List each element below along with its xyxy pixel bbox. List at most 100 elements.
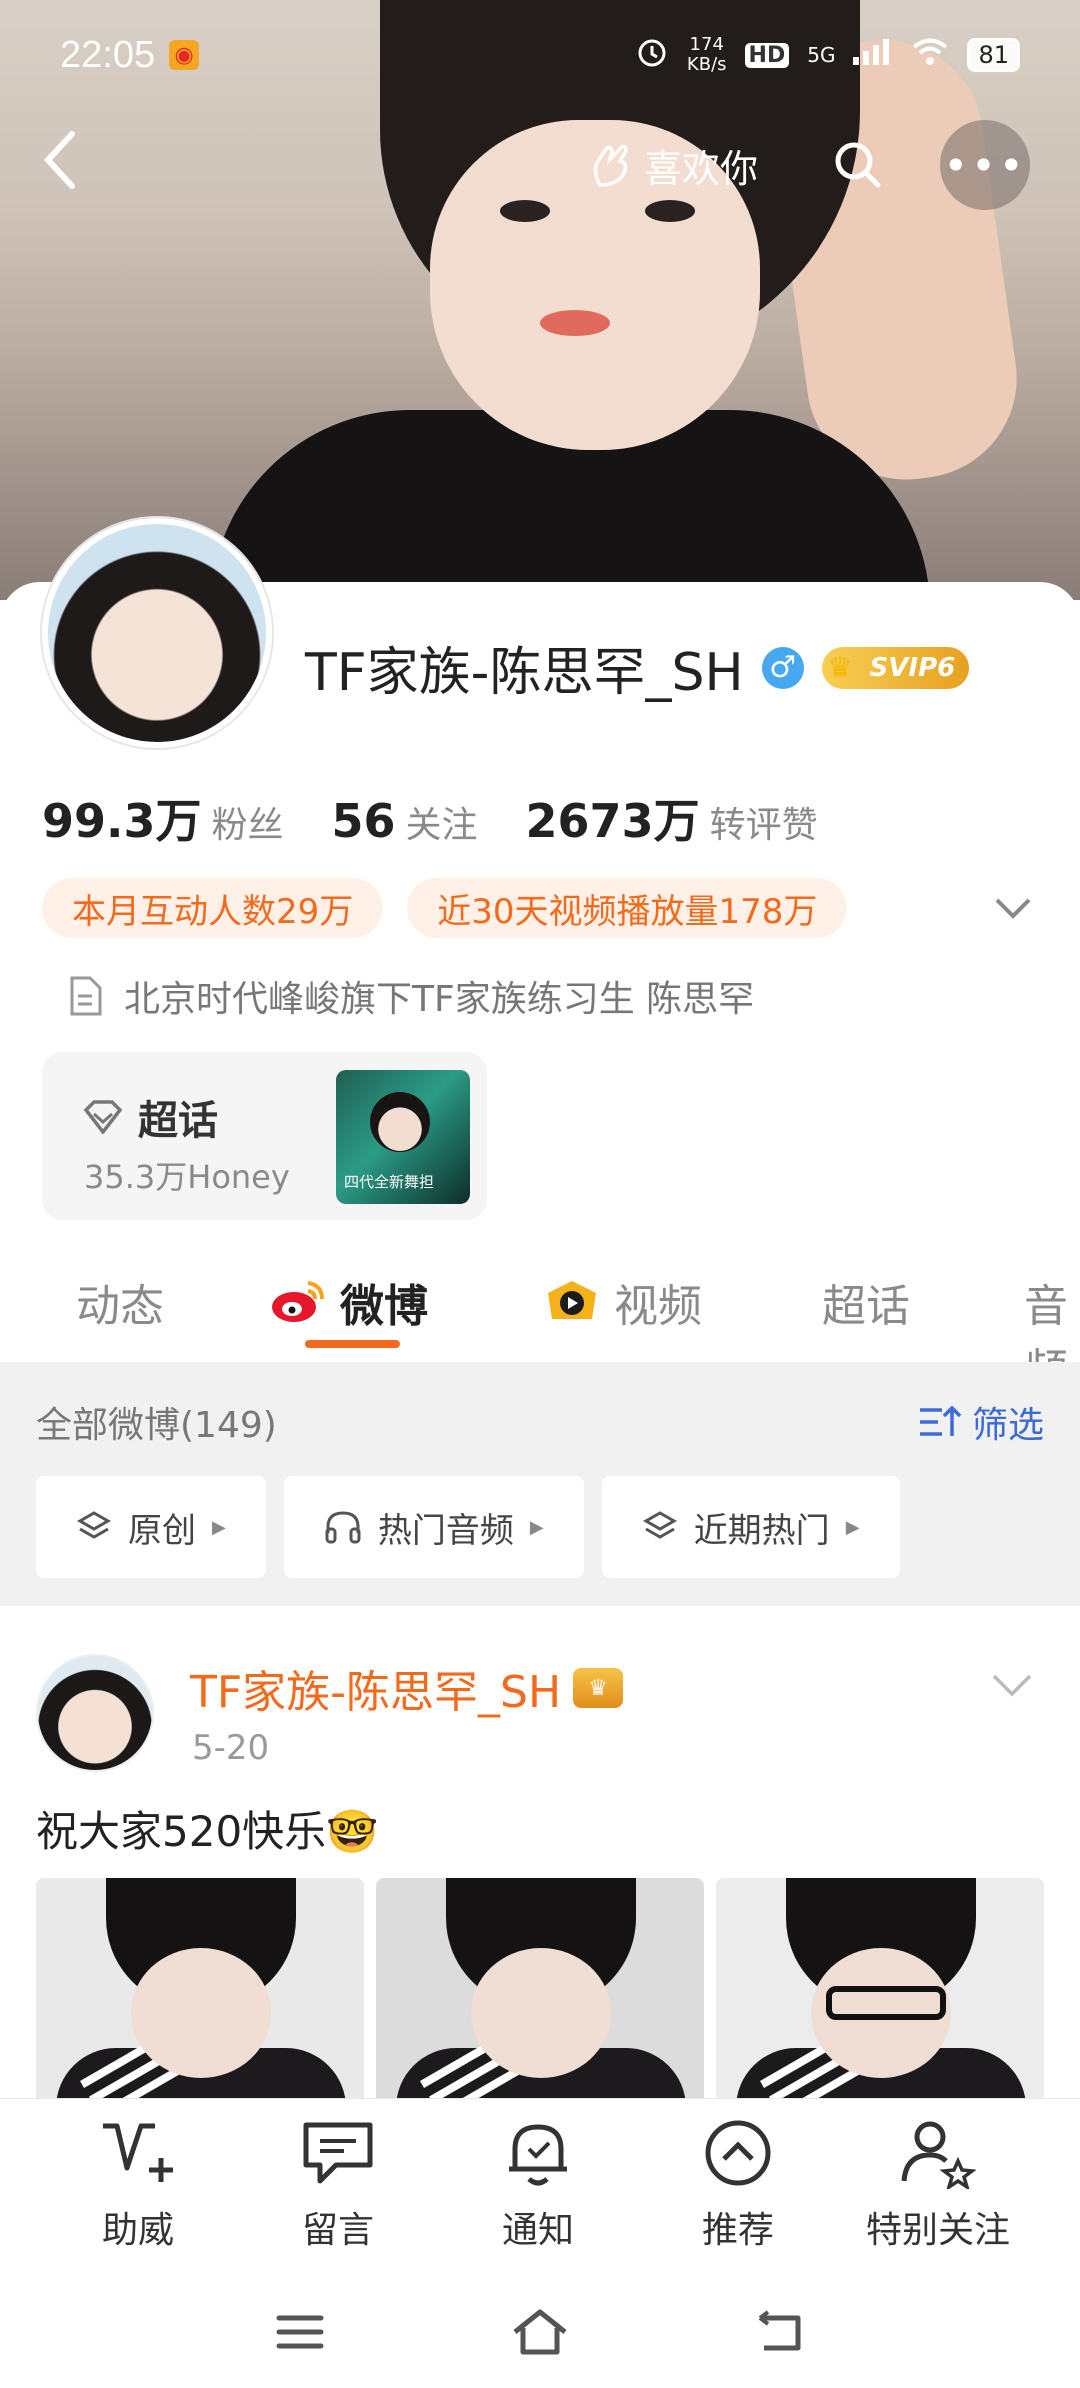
layers-icon [76,1511,112,1539]
crown-icon: ♛ [827,650,853,684]
tab-label: 超话 [822,1281,910,1332]
stat-following[interactable]: 56 关注 [332,794,478,848]
like-you-button[interactable]: 喜欢你 [590,138,758,193]
wifi-icon [911,37,949,73]
tab-label: 动态 [76,1281,164,1332]
hd-icon: HD [744,42,790,68]
svip-label: SVIP6 [869,652,956,683]
stat-label: 关注 [405,805,478,846]
post-images [36,1878,1044,2118]
tab-supertopic[interactable]: 超话 [822,1270,910,1334]
chip-label: 热门音频 [377,1510,514,1551]
post-image[interactable] [716,1878,1044,2118]
notify-button[interactable]: 通知 [448,2113,628,2253]
chip-original[interactable]: 原创 ▶ [36,1476,266,1578]
status-time: 22:05 [60,33,156,76]
tab-video[interactable]: 视频 [544,1270,702,1334]
headphones-icon [325,1511,361,1544]
supertopic-title: 超话 [138,1098,218,1144]
video-play-icon [548,1281,596,1319]
chevron-down-icon [995,898,1031,919]
user-star-icon [901,2121,976,2189]
action-label: 通知 [501,2210,574,2251]
back-arrow-icon [758,2310,801,2351]
filter-button[interactable]: 筛选 [918,1396,1044,1448]
post-image[interactable] [36,1878,364,2118]
top-navigation: 喜欢你 ••• [0,110,1080,220]
recommend-button[interactable]: 推荐 [648,2113,828,2253]
post-author-avatar[interactable] [36,1654,154,1772]
post-author-name: TF家族-陈思罕_SH [190,1667,562,1718]
back-nav-button[interactable] [750,2306,810,2358]
caret-right-icon: ▶ [845,1516,860,1538]
filter-sort-icon [919,1405,962,1436]
tab-label: 微博 [340,1281,428,1332]
more-dots-icon: ••• [943,140,1027,190]
stat-followers[interactable]: 99.3万 粉丝 [42,785,284,851]
svip-badge[interactable]: ♛ SVIP6 [821,646,970,689]
supertopic-thumbnail: 四代全新舞担 [336,1070,470,1204]
recent-apps-button[interactable] [270,2306,330,2358]
back-button[interactable] [40,123,110,207]
search-icon [835,142,881,188]
net-speed: 174 KB/s [686,34,727,75]
tab-label: 视频 [614,1281,702,1332]
male-gender-icon: ♂ [761,646,804,689]
chip-recent-hot[interactable]: 近期热门 ▶ [601,1476,900,1578]
stat-label: 转评赞 [709,805,818,846]
achievement-pills: 本月互动人数29万 近30天视频播放量178万 [42,878,848,938]
post-author[interactable]: TF家族-陈思罕_SH ♛ [190,1656,624,1720]
more-options-button[interactable]: ••• [940,120,1031,210]
stat-value: 2673万 [525,794,700,848]
profile-stats: 99.3万 粉丝 56 关注 2673万 转评赞 [42,785,818,851]
post-date: 5-20 [192,1728,270,1768]
message-button[interactable]: 留言 [248,2113,428,2253]
action-label: 特别关注 [865,2210,1010,2251]
filter-label: 筛选 [971,1405,1044,1446]
weibo-post[interactable]: TF家族-陈思罕_SH ♛ 5-20 祝大家520快乐🤓 [0,1606,1080,2118]
supertopic-count: 35.3万Honey [84,1158,290,1196]
special-follow-button[interactable]: 特别关注 [848,2113,1028,2253]
supertopic-card[interactable]: 超话 35.3万Honey 四代全新舞担 [42,1052,487,1220]
signal-label: 5G [807,43,836,67]
filter-chips: 原创 ▶ 热门音频 ▶ 近期热门 ▶ [36,1476,900,1578]
all-posts-count: 全部微博(149) [36,1405,277,1446]
weibo-notification-icon: ◉ [169,40,200,70]
caret-right-icon: ▶ [529,1516,544,1538]
chip-label: 原创 [128,1510,196,1551]
avatar[interactable] [42,518,272,748]
tab-weibo[interactable]: 微博 [270,1270,428,1334]
document-icon [70,976,102,1016]
chevron-left-icon [43,131,75,189]
alarm-icon [635,35,669,75]
profile-action-bar: 助威 留言 通知 推荐 特别关注 [0,2098,1080,2276]
video-plays-pill[interactable]: 近30天视频播放量178万 [407,878,848,938]
chip-hot-audio[interactable]: 热门音频 ▶ [283,1476,584,1578]
cheer-button[interactable]: 助威 [48,2113,228,2253]
stat-value: 99.3万 [42,794,202,848]
expand-profile-button[interactable] [993,888,1033,928]
post-text: 祝大家520快乐🤓 [36,1807,379,1856]
signal-icon [853,39,893,71]
action-label: 留言 [301,2210,374,2251]
battery-indicator: 81 [967,38,1020,72]
stat-value: 56 [331,794,396,848]
post-menu-button[interactable] [992,1672,1032,1702]
caret-right-icon: ▶ [212,1516,226,1538]
stat-label: 粉丝 [211,805,284,846]
message-icon [303,2122,373,2184]
stat-likes[interactable]: 2673万 转评赞 [526,785,818,851]
active-tab-indicator [305,1340,400,1348]
monthly-interaction-pill[interactable]: 本月互动人数29万 [42,878,384,938]
home-button[interactable] [510,2306,570,2358]
chevron-up-circle-icon [705,2120,771,2186]
profile-name-row: TF家族-陈思罕_SH ♂ ♛ SVIP6 [305,630,970,705]
hand-heart-icon [593,144,628,187]
search-button[interactable] [828,135,888,195]
post-image[interactable] [376,1878,704,2118]
post-filter-section: 全部微博(149) 筛选 原创 ▶ 热门音频 ▶ 近期热门 ▶ [0,1362,1080,1606]
profile-tabs: 动态 微博 视频 超话 音频 [0,1250,1080,1396]
layers-icon [642,1511,677,1539]
action-label: 助威 [101,2210,174,2251]
tab-feed[interactable]: 动态 [76,1270,164,1334]
